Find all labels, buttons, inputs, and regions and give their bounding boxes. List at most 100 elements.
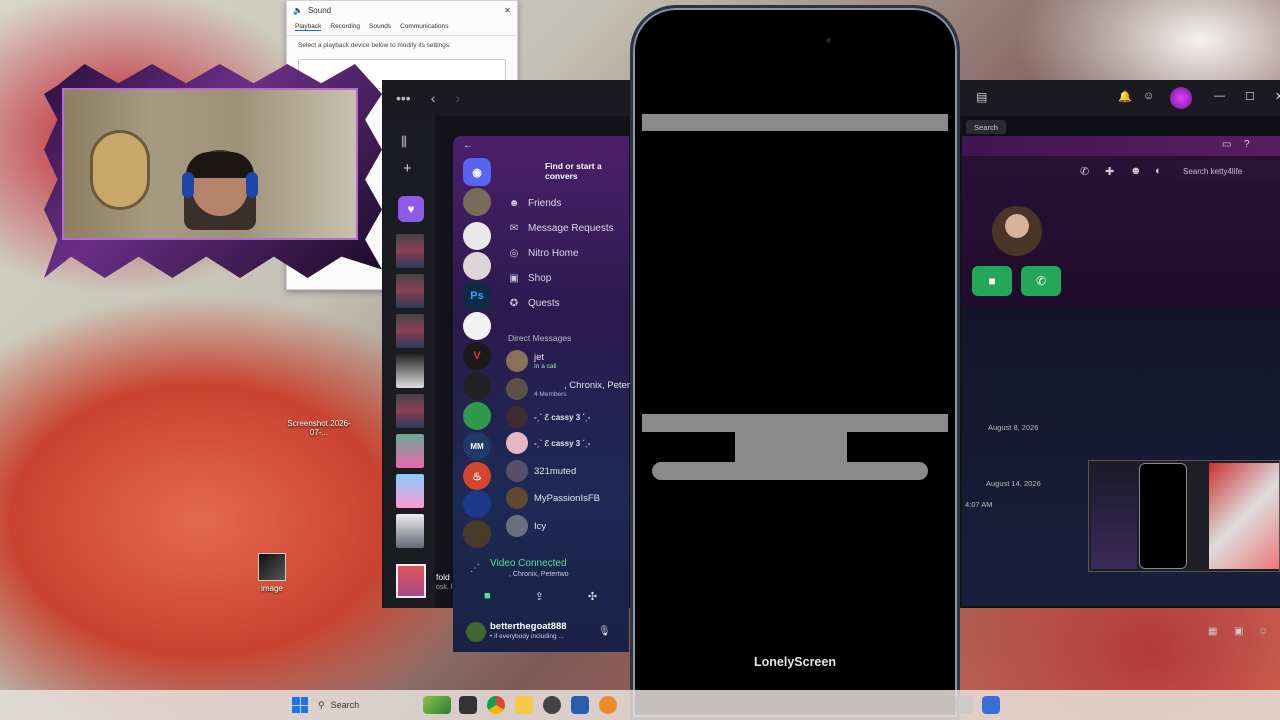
more-icon[interactable]: •••	[396, 90, 411, 106]
dm-item[interactable]: -ˏˋ ℰ cassy 3 ˊˎ-	[506, 406, 590, 428]
nav-quests[interactable]: ✪ Quests	[508, 298, 560, 309]
rail-item[interactable]	[396, 314, 424, 348]
phone-placeholder-pill	[652, 462, 928, 480]
app-icon[interactable]	[543, 696, 561, 714]
date-divider: August 14, 2026	[986, 479, 1041, 488]
desktop-icon-image[interactable]: image	[237, 553, 307, 593]
desktop-icon-label: Screenshot 2026-07-...	[287, 419, 351, 437]
forward-icon[interactable]: ›	[455, 90, 460, 106]
search-tab[interactable]: Search	[966, 120, 1006, 134]
start-tile	[300, 705, 308, 713]
guild-icon[interactable]	[463, 520, 491, 548]
task-view-icon[interactable]	[459, 696, 477, 714]
dm-name: MyPassionIsFB	[534, 492, 600, 504]
date-divider: August 8, 2026	[988, 423, 1039, 432]
minimize-icon[interactable]: —	[1214, 90, 1225, 103]
guild-icon[interactable]: MM	[463, 432, 491, 460]
search-input[interactable]: Search ketty4life	[1176, 162, 1280, 180]
heart-icon[interactable]: ♥	[398, 196, 424, 222]
guild-icon[interactable]: V	[463, 342, 491, 370]
profile-avatar[interactable]	[1170, 87, 1192, 109]
folder-thumb[interactable]	[396, 564, 426, 598]
guild-icon[interactable]	[463, 490, 491, 518]
add-icon[interactable]: +	[403, 160, 412, 177]
back-arrow-icon[interactable]: ←	[463, 140, 473, 151]
inbox-icon[interactable]: ▤	[976, 90, 987, 104]
screenshot-thumb	[305, 388, 333, 416]
mic-icon[interactable]: 🎙	[598, 626, 611, 637]
guild-icon[interactable]	[463, 402, 491, 430]
user-profile-icon[interactable]: ◐	[1155, 165, 1162, 177]
rail-item[interactable]	[396, 234, 424, 268]
screenshare-icon[interactable]: ⇪	[535, 590, 544, 603]
call-icon[interactable]: ✆	[1080, 165, 1089, 178]
video-call-button[interactable]: ■	[972, 266, 1012, 296]
guild-icon[interactable]	[463, 312, 491, 340]
guild-icon[interactable]	[463, 372, 491, 400]
library-icon[interactable]: ⫼	[401, 134, 407, 150]
add-friend-icon[interactable]: ☻	[1130, 165, 1142, 177]
guild-icon[interactable]	[463, 222, 491, 250]
windows-start-icon[interactable]	[292, 697, 308, 713]
desktop-icon-screenshot[interactable]: Screenshot 2026-07-...	[284, 388, 354, 437]
phone-placeholder-block	[735, 432, 847, 462]
app-icon[interactable]	[982, 696, 1000, 714]
bell-icon[interactable]: 🔔	[1118, 90, 1132, 103]
dm-item[interactable]: 321muted	[506, 460, 576, 482]
maximize-icon[interactable]: ☐	[1245, 90, 1255, 103]
discord-home-icon[interactable]: ◉	[463, 158, 491, 186]
dm-item[interactable]: -ˏˋ ℰ cassy 3 ˊˎ-	[506, 432, 590, 454]
find-conversation-input[interactable]: Find or start a convers	[545, 160, 635, 182]
activities-icon[interactable]: ✣	[588, 590, 597, 603]
dm-item[interactable]: Icy	[506, 515, 546, 537]
widget-icon[interactable]	[423, 696, 451, 714]
tab-communications[interactable]: Communications	[400, 23, 448, 31]
taskbar-search[interactable]: ⚲ Search	[318, 696, 418, 714]
chrome-icon[interactable]	[487, 696, 505, 714]
tab-recording[interactable]: Recording	[330, 23, 360, 31]
nav-shop[interactable]: ▣ Shop	[508, 273, 551, 284]
back-icon[interactable]: ‹	[431, 90, 436, 106]
sound-titlebar: 🔈 Sound ✕	[287, 1, 517, 19]
dm-name: -ˏˋ ℰ cassy 3 ˊˎ-	[534, 438, 591, 448]
inbox2-icon[interactable]: ▭	[1222, 139, 1231, 150]
close-window-icon[interactable]: ✕	[1275, 90, 1280, 103]
camera-icon[interactable]: ■	[484, 590, 491, 603]
pin-icon[interactable]: ✚	[1105, 165, 1114, 178]
rail-item[interactable]	[396, 474, 424, 508]
app-icon[interactable]	[955, 696, 973, 714]
tab-playback[interactable]: Playback	[295, 23, 322, 31]
message-attachment[interactable]	[1088, 460, 1280, 572]
mail-icon: ✉	[509, 223, 519, 234]
user-name: betterthegoat888	[490, 621, 567, 632]
avatar	[506, 460, 528, 482]
rail-item[interactable]	[396, 354, 424, 388]
guild-icon[interactable]	[463, 188, 491, 216]
rail-item[interactable]	[396, 394, 424, 428]
rail-item[interactable]	[396, 514, 424, 548]
dm-name: 321muted	[534, 465, 577, 477]
dm-item[interactable]: MyPassionIsFB	[506, 487, 600, 509]
app-icon[interactable]	[571, 696, 589, 714]
dm-item[interactable]: , Chronix, Peter 4 Members	[506, 378, 630, 400]
dm-item[interactable]: jet In a call	[506, 350, 556, 372]
guild-icon[interactable]: ♨	[463, 462, 491, 490]
gift-icon[interactable]: ▦	[1208, 626, 1217, 637]
nav-message-requests[interactable]: ✉ Message Requests	[508, 223, 614, 234]
folder-icon[interactable]	[515, 696, 533, 714]
emoji-icon[interactable]: ☺	[1258, 626, 1268, 637]
rail-item[interactable]	[396, 274, 424, 308]
nav-nitro-home[interactable]: ◎ Nitro Home	[508, 248, 579, 259]
friends-top-icon[interactable]: ☺	[1143, 90, 1154, 102]
nav-friends[interactable]: ☻ Friends	[508, 198, 562, 209]
guild-icon[interactable]	[463, 252, 491, 280]
user-avatar[interactable]	[466, 622, 486, 642]
gif-icon[interactable]: ▣	[1234, 626, 1243, 637]
close-icon[interactable]: ✕	[504, 6, 511, 15]
app-icon[interactable]	[599, 696, 617, 714]
guild-ps[interactable]: Ps	[463, 282, 491, 310]
tab-sounds[interactable]: Sounds	[369, 23, 391, 31]
voice-call-button[interactable]: ✆	[1021, 266, 1061, 296]
help-icon[interactable]: ?	[1244, 139, 1250, 150]
rail-item[interactable]	[396, 434, 424, 468]
